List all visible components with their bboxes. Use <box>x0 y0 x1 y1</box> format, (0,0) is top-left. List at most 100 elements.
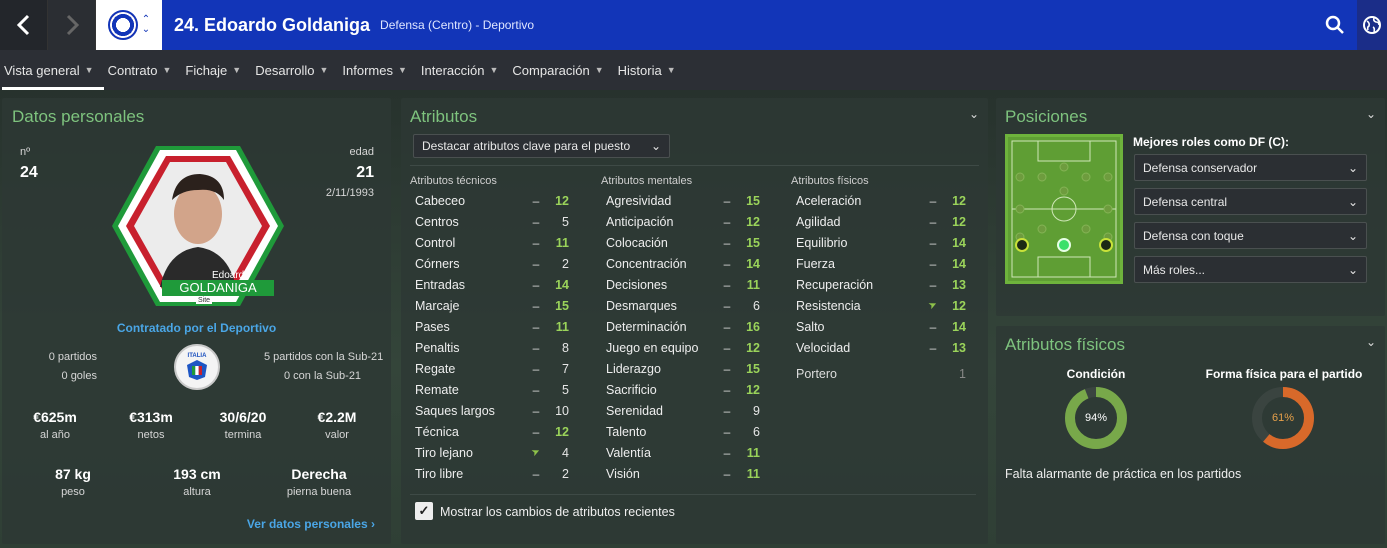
attribute-row[interactable]: Cabeceo –12 <box>415 190 569 211</box>
sub21-caps: 5 partidos con la Sub-21 <box>264 351 384 363</box>
attribute-row[interactable]: Pases –11 <box>415 316 569 337</box>
trend-dash-icon: – <box>532 403 540 418</box>
attribute-row[interactable]: Técnica –12 <box>415 421 569 442</box>
expiry-value: 30/6/20 <box>219 409 267 425</box>
foot-stat: Derecha pierna buena <box>274 466 364 498</box>
menu-fichaje[interactable]: Fichaje ▼ <box>183 50 251 90</box>
attribute-row[interactable]: Penaltis – 8 <box>415 337 569 358</box>
attribute-row[interactable]: Tiro libre – 2 <box>415 463 569 484</box>
attribute-name: Penaltis <box>415 340 460 355</box>
attribute-row[interactable]: Saques largos –10 <box>415 400 569 421</box>
attribute-row[interactable]: Aceleración –12 <box>796 190 966 211</box>
attribute-row[interactable]: Remate – 5 <box>415 379 569 400</box>
attribute-row[interactable]: Liderazgo –15 <box>606 358 760 379</box>
attribute-row[interactable]: Regate – 7 <box>415 358 569 379</box>
positions-pitch[interactable] <box>1005 134 1123 284</box>
attribute-row[interactable]: Agresividad –15 <box>606 190 760 211</box>
attribute-value: 16 <box>746 319 760 334</box>
menu-historia[interactable]: Historia ▼ <box>616 50 686 90</box>
attribute-value: 14 <box>746 256 760 271</box>
attribute-row[interactable]: Córners – 2 <box>415 253 569 274</box>
divider <box>410 494 976 495</box>
attribute-value: 1 <box>959 366 966 381</box>
highlight-attributes-dropdown[interactable]: Destacar atributos clave para el puesto … <box>413 134 670 158</box>
link-label: Ver datos personales <box>246 517 368 531</box>
attribute-row[interactable]: Colocación –15 <box>606 232 760 253</box>
attribute-value: 7 <box>562 361 569 376</box>
attribute-row[interactable]: Tiro lejano ➤ 4 <box>415 442 569 463</box>
forward-button[interactable] <box>48 0 96 50</box>
attribute-row[interactable]: Equilibrio –14 <box>796 232 966 253</box>
trend-dash-icon: – <box>723 340 731 355</box>
club-crest-icon <box>107 10 138 40</box>
role-label: Defensa central <box>1143 194 1228 209</box>
menu-label: Vista general <box>4 62 80 78</box>
attribute-row[interactable]: Control –11 <box>415 232 569 253</box>
attribute-row[interactable]: Recuperación –13 <box>796 274 966 295</box>
club-selector[interactable]: ⌃ ⌄ <box>96 0 162 50</box>
menu-comparacion[interactable]: Comparación ▼ <box>510 50 613 90</box>
panel-title: Datos personales <box>12 107 145 126</box>
contracted-by-link[interactable]: Contratado por el Deportivo <box>2 321 391 335</box>
club-switch-arrows-icon[interactable]: ⌃ ⌄ <box>142 15 150 35</box>
attribute-row[interactable]: Resistencia ➤ 12 <box>796 295 966 316</box>
attribute-row[interactable]: Fuerza –14 <box>796 253 966 274</box>
view-personal-data-link[interactable]: Ver datos personales › <box>247 517 375 531</box>
role-option-1[interactable]: Defensa conservador ⌄ <box>1134 154 1367 181</box>
attribute-name: Control <box>415 235 456 250</box>
back-button[interactable] <box>0 0 48 50</box>
attribute-row[interactable]: Concentración –14 <box>606 253 760 274</box>
attribute-value: 6 <box>753 424 760 439</box>
attribute-row[interactable]: Sacrificio –12 <box>606 379 760 400</box>
menu-interaccion[interactable]: Interacción ▼ <box>419 50 509 90</box>
nation-badge[interactable]: ITALIA <box>174 344 220 390</box>
collapse-chevron-icon[interactable]: ⌄ <box>1366 335 1376 349</box>
menu-label: Interacción <box>420 62 485 78</box>
attribute-row[interactable]: Velocidad –13 <box>796 337 966 358</box>
attribute-row[interactable]: Desmarques – 6 <box>606 295 760 316</box>
collapse-chevron-icon[interactable]: ⌄ <box>1366 107 1376 121</box>
value-label: valor <box>325 429 349 441</box>
menu-informes[interactable]: Informes ▼ <box>340 50 417 90</box>
attribute-row[interactable]: Valentía –11 <box>606 442 760 463</box>
attribute-row[interactable]: Marcaje –15 <box>415 295 569 316</box>
senior-goals: 0 goles <box>61 370 97 382</box>
attribute-row[interactable]: Juego en equipo –12 <box>606 337 760 358</box>
attributes-panel: Atributos ⌄ Destacar atributos clave par… <box>401 98 988 544</box>
attribute-row[interactable]: Serenidad – 9 <box>606 400 760 421</box>
attribute-row[interactable]: Anticipación –12 <box>606 211 760 232</box>
role-option-2[interactable]: Defensa central ⌄ <box>1134 188 1367 215</box>
menu-desarrollo[interactable]: Desarrollo ▼ <box>253 50 338 90</box>
trend-dash-icon: – <box>723 193 731 208</box>
role-option-3[interactable]: Defensa con toque ⌄ <box>1134 222 1367 249</box>
more-roles-dropdown[interactable]: Más roles... ⌄ <box>1134 256 1367 283</box>
chevron-left-icon <box>16 14 29 36</box>
net-stat: €313m netos <box>106 409 196 441</box>
chevron-down-icon: ⌄ <box>650 139 661 153</box>
attribute-value: 4 <box>562 445 569 460</box>
attribute-value: 12 <box>952 193 966 208</box>
menu-contrato[interactable]: Contrato ▼ <box>106 50 182 90</box>
attribute-row[interactable]: Visión –11 <box>606 463 760 484</box>
world-button[interactable] <box>1357 0 1387 50</box>
attribute-row[interactable]: Decisiones –11 <box>606 274 760 295</box>
attribute-row[interactable]: Determinación –16 <box>606 316 760 337</box>
attribute-name: Resistencia <box>796 298 861 313</box>
attribute-name: Remate <box>415 382 459 397</box>
attribute-value: 9 <box>753 403 760 418</box>
attribute-row[interactable]: Talento – 6 <box>606 421 760 442</box>
attribute-name: Recuperación <box>796 277 874 292</box>
menu-vista-general[interactable]: Vista general ▼ <box>2 50 104 90</box>
collapse-chevron-icon[interactable]: ⌄ <box>969 107 979 121</box>
attribute-name: Marcaje <box>415 298 460 313</box>
attribute-name: Entradas <box>415 277 466 292</box>
attribute-row[interactable]: Entradas –14 <box>415 274 569 295</box>
search-button[interactable] <box>1313 0 1357 50</box>
show-changes-checkbox[interactable]: ✓ <box>415 502 433 520</box>
attribute-row[interactable]: Centros – 5 <box>415 211 569 232</box>
attribute-row[interactable]: Agilidad –12 <box>796 211 966 232</box>
attribute-row[interactable]: Salto –14 <box>796 316 966 337</box>
chevron-down-icon: ▼ <box>84 65 94 75</box>
wage-value: €625m <box>33 409 77 425</box>
number-label: nº <box>20 146 31 158</box>
